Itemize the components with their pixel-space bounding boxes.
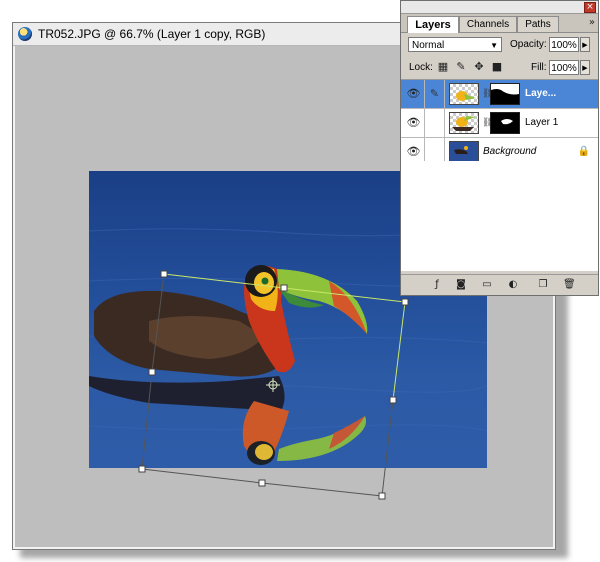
eye-icon[interactable]: 👁 [403, 80, 425, 108]
adjustment-layer-icon[interactable]: ◐ [507, 279, 519, 291]
lock-image-icon[interactable]: ✎ [455, 61, 467, 73]
brush-icon[interactable]: ✎ [425, 80, 445, 108]
panel-titlebar[interactable]: × [401, 1, 598, 14]
layers-list-empty-area [401, 161, 598, 271]
lock-transparency-icon[interactable]: ▦ [437, 61, 449, 73]
layers-panel[interactable]: × Layers Channels Paths » Normal ▼ Opaci… [400, 0, 599, 296]
layer-row-layer1[interactable]: 👁 ⛓ Layer 1 [401, 109, 598, 138]
chevron-down-icon: ▼ [490, 41, 498, 50]
opacity-label: Opacity: [510, 39, 547, 50]
fill-label: Fill: [531, 62, 547, 73]
lock-icon: 🔒 [577, 146, 590, 157]
lock-position-icon[interactable]: ✥ [473, 61, 485, 73]
tab-layers[interactable]: Layers [407, 16, 459, 33]
layer-thumbnail [449, 112, 479, 134]
close-icon[interactable]: × [584, 2, 596, 13]
trash-icon[interactable]: 🗑 [563, 279, 576, 291]
blend-mode-value: Normal [412, 40, 445, 51]
layers-bottom-toolbar: ƒ ◙ ▭ ◐ ❐ 🗑 [401, 274, 598, 295]
blend-row: Normal ▼ Opacity: 100% ▶ [401, 33, 598, 57]
tab-paths[interactable]: Paths [517, 16, 559, 32]
new-set-icon[interactable]: ▭ [481, 279, 493, 291]
photoshop-document-icon [18, 27, 32, 41]
lock-label: Lock: [409, 62, 433, 73]
lock-all-icon[interactable]: ■ [491, 61, 503, 73]
link-slot[interactable] [425, 109, 445, 137]
layer-name: Layer 1 [525, 117, 559, 128]
layer-style-icon[interactable]: ƒ [431, 279, 443, 291]
blend-mode-select[interactable]: Normal ▼ [408, 37, 502, 52]
layer-mask-thumbnail [490, 112, 520, 134]
layer-thumbnail [449, 83, 479, 105]
document-title: TR052.JPG @ 66.7% (Layer 1 copy, RGB) [38, 27, 266, 41]
new-layer-icon[interactable]: ❐ [537, 279, 549, 291]
opacity-input[interactable]: 100% [549, 37, 579, 52]
layer-thumbnail [449, 141, 479, 163]
fill-slider-arrow-icon[interactable]: ▶ [580, 60, 590, 75]
panel-menu-icon[interactable]: » [589, 17, 595, 28]
layer-name: Background [483, 146, 537, 157]
panel-tabs: Layers Channels Paths » [401, 14, 598, 33]
tab-channels[interactable]: Channels [459, 16, 517, 32]
opacity-slider-arrow-icon[interactable]: ▶ [580, 37, 590, 52]
layer-mask-thumbnail [490, 83, 520, 105]
add-mask-icon[interactable]: ◙ [455, 279, 467, 291]
eye-icon[interactable]: 👁 [403, 109, 425, 137]
fill-input[interactable]: 100% [549, 60, 579, 75]
layer-row-layer1-copy[interactable]: 👁 ✎ ⛓ Laye... [401, 80, 598, 109]
layer-name: Laye... [525, 88, 557, 99]
lock-row: Lock: ▦ ✎ ✥ ■ Fill: 100% ▶ [401, 57, 598, 80]
